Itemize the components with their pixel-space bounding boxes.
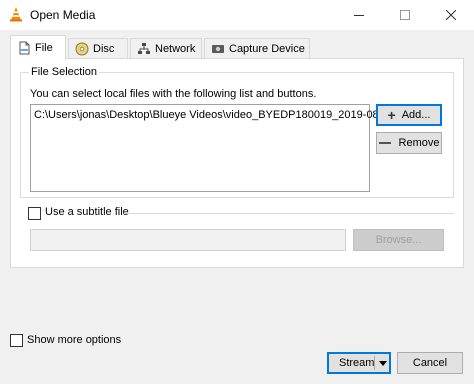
tab-file-label: File (35, 42, 53, 54)
remove-button[interactable]: Remove (376, 132, 442, 154)
stream-split-divider (374, 356, 375, 370)
cancel-button[interactable]: Cancel (397, 352, 463, 374)
dropdown-arrow-icon[interactable] (379, 358, 387, 370)
file-icon (17, 41, 31, 55)
file-selection-title: File Selection (29, 66, 100, 78)
tab-network[interactable]: Network (130, 38, 202, 59)
disc-icon (75, 42, 89, 56)
file-list[interactable]: C:\Users\jonas\Desktop\Blueye Videos\vid… (30, 104, 388, 192)
browse-button-label: Browse... (375, 234, 422, 246)
remove-button-label: Remove (398, 137, 440, 149)
show-more-options-checkbox[interactable] (10, 334, 23, 347)
list-item[interactable]: C:\Users\jonas\Desktop\Blueye Videos\vid… (34, 109, 388, 121)
show-more-options-label[interactable]: Show more options (27, 334, 121, 346)
plus-icon: + (387, 107, 396, 123)
minimize-icon (354, 14, 364, 16)
stream-button-label: Stream (339, 357, 375, 369)
tab-capture-device[interactable]: Capture Device (204, 38, 310, 59)
tab-disc[interactable]: Disc (68, 38, 128, 59)
add-button[interactable]: + Add... (376, 104, 442, 126)
subtitle-checkbox-label[interactable]: Use a subtitle file (45, 206, 132, 218)
add-button-label: Add... (401, 109, 431, 121)
network-icon (137, 42, 151, 56)
tab-capture-device-label: Capture Device (229, 43, 305, 55)
minus-icon (378, 142, 391, 144)
browse-button: Browse... (353, 229, 444, 251)
capture-device-icon (211, 42, 225, 56)
subtitle-divider (124, 213, 454, 214)
maximize-icon (400, 10, 410, 20)
stream-button[interactable]: Stream (327, 352, 391, 374)
subtitle-path-field (30, 229, 346, 251)
close-icon (446, 10, 456, 20)
title-bar: Open Media (0, 0, 474, 30)
window-title: Open Media (30, 8, 96, 22)
tab-network-label: Network (155, 43, 196, 55)
maximize-button[interactable] (382, 0, 428, 30)
vlc-cone-icon (8, 6, 24, 22)
close-button[interactable] (428, 0, 474, 30)
subtitle-checkbox[interactable] (28, 207, 41, 220)
tab-disc-label: Disc (93, 43, 115, 55)
tab-file[interactable]: File (10, 35, 66, 60)
file-selection-description: You can select local files with the foll… (30, 88, 317, 100)
minimize-button[interactable] (336, 0, 382, 30)
cancel-button-label: Cancel (412, 357, 448, 369)
